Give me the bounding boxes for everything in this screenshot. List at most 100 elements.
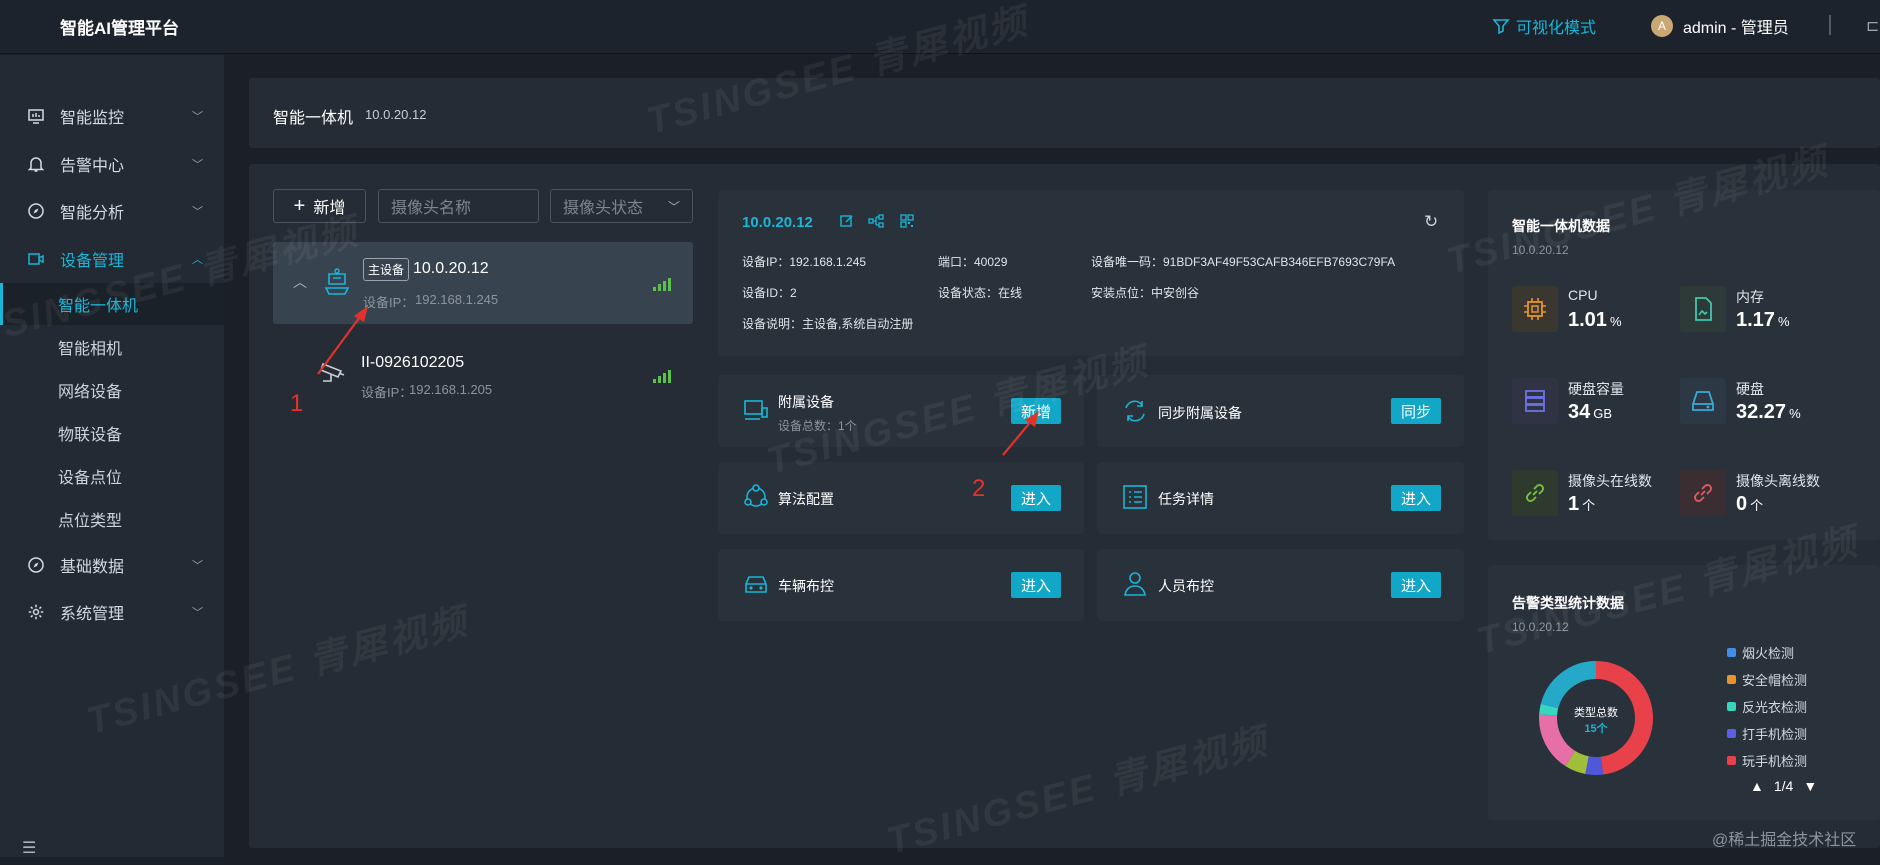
legend-swatch — [1727, 675, 1736, 684]
camera-offline-label: 摄像头离线数 — [1736, 473, 1820, 489]
camera-status-select[interactable]: 摄像头状态 ﹀ — [550, 189, 693, 223]
donut-center-label: 类型总数 — [1574, 705, 1618, 719]
menu-monitor-label: 智能监控 — [60, 110, 125, 127]
algorithm-icon — [744, 484, 768, 507]
algorithm-enter-button[interactable]: 进入 — [1011, 485, 1061, 511]
submenu-location-type[interactable]: 点位类型 — [0, 498, 224, 540]
legend-swatch — [1727, 648, 1736, 657]
filter-icon — [1492, 19, 1510, 35]
camera-offline-icon — [1680, 470, 1726, 516]
device-icon — [26, 249, 46, 269]
device-info-location: 安装点位：中安创谷 — [1091, 286, 1200, 300]
device-ip: 192.168.1.245 — [415, 292, 499, 307]
refresh-icon[interactable]: ↻ — [1424, 212, 1438, 232]
camera-ip-label: 设备IP： — [361, 385, 413, 400]
disk-capacity-label: 硬盘容量 — [1568, 381, 1624, 397]
visual-mode-button[interactable]: 可视化模式 — [1492, 14, 1596, 38]
device-info-uid: 设备唯一码：91BDF3AF49F53CAFB346EFB7693C79FA — [1091, 255, 1396, 269]
camera-online-value: 1个 — [1568, 493, 1596, 515]
submenu-network-device[interactable]: 网络设备 — [0, 369, 224, 411]
device-info-port: 端口：40029 — [938, 255, 1008, 269]
cpu-value: 1.01% — [1568, 309, 1622, 331]
task-title: 任务详情 — [1158, 491, 1214, 507]
person-icon — [1124, 572, 1146, 596]
menu-analysis[interactable]: 智能分析 ﹀ — [0, 191, 224, 231]
chevron-down-icon: ﹀ — [192, 206, 203, 218]
collapse-menu-icon[interactable]: ☰ — [22, 838, 36, 858]
menu-alarm-label: 告警中心 — [60, 158, 125, 175]
qrcode-icon[interactable] — [900, 214, 914, 231]
legend-smoke-fire[interactable]: 烟火检测 — [1727, 643, 1794, 662]
person-enter-button[interactable]: 进入 — [1391, 572, 1441, 598]
vehicle-enter-button[interactable]: 进入 — [1011, 572, 1061, 598]
ai-box-icon — [321, 266, 353, 301]
chevron-down-icon: ﹀ — [192, 111, 203, 123]
chevron-down-icon: ﹀ — [192, 560, 203, 572]
cpu-icon — [1512, 286, 1558, 332]
cpu-label: CPU — [1568, 287, 1598, 303]
monitor-icon — [26, 106, 46, 126]
source-credit: @稀土掘金技术社区 — [1712, 832, 1857, 849]
person-control-title: 人员布控 — [1158, 578, 1214, 594]
device-info-id: 设备ID：2 — [742, 286, 797, 300]
topology-icon[interactable] — [868, 214, 884, 231]
attached-device-title: 附属设备 — [778, 394, 834, 410]
submenu-device-location[interactable]: 设备点位 — [0, 455, 224, 497]
disk-capacity-value: 34 GB — [1568, 401, 1613, 423]
disk-label: 硬盘 — [1736, 381, 1764, 397]
page-title: 智能一体机 — [273, 110, 354, 127]
menu-basic-data[interactable]: 基础数据 ﹀ — [0, 545, 224, 585]
alarm-donut-chart: 类型总数 15个 — [1539, 661, 1653, 775]
sync-button[interactable]: 同步 — [1391, 398, 1441, 424]
user-name: admin - 管理员 — [1683, 20, 1789, 37]
pager-next-icon[interactable]: ▼ — [1803, 778, 1817, 794]
memory-icon — [1680, 286, 1726, 332]
legend-phone-play[interactable]: 玩手机检测 — [1727, 751, 1807, 770]
chevron-up-icon[interactable]: ︿ — [293, 272, 307, 292]
chevron-down-icon: ﹀ — [192, 607, 203, 619]
chevron-down-icon: ﹀ — [192, 159, 203, 171]
menu-basic-data-label: 基础数据 — [60, 559, 125, 576]
visual-mode-label: 可视化模式 — [1516, 20, 1597, 37]
disk-capacity-icon — [1512, 378, 1558, 424]
legend-reflective-vest[interactable]: 反光衣检测 — [1727, 697, 1807, 716]
menu-system-label: 系统管理 — [60, 606, 125, 623]
sync-icon — [1125, 400, 1145, 422]
menu-alarm[interactable]: 告警中心 ﹀ — [0, 144, 224, 184]
bell-icon — [26, 154, 46, 174]
main-device-badge: 主设备 — [363, 258, 410, 281]
task-enter-button[interactable]: 进入 — [1391, 485, 1441, 511]
device-info-title: 10.0.20.12 — [742, 214, 813, 231]
legend-phone-call[interactable]: 打手机检测 — [1727, 724, 1807, 743]
submenu-iot-device[interactable]: 物联设备 — [0, 412, 224, 454]
chevron-down-icon: ﹀ — [667, 199, 680, 214]
attached-device-icon — [744, 400, 768, 420]
edit-icon[interactable] — [840, 214, 854, 231]
menu-system[interactable]: 系统管理 ﹀ — [0, 592, 224, 632]
user-menu[interactable]: A admin - 管理员 — [1651, 14, 1789, 38]
signal-icon — [653, 370, 671, 383]
task-list-icon — [1123, 485, 1147, 509]
disk-value: 32.27% — [1736, 401, 1801, 423]
device-name: 10.0.20.12 — [413, 260, 489, 277]
compass-icon — [26, 555, 46, 575]
pager-prev-icon[interactable]: ▲ — [1750, 778, 1764, 794]
camera-ip: 192.168.1.205 — [409, 382, 493, 397]
menu-analysis-label: 智能分析 — [60, 205, 125, 222]
camera-online-icon — [1512, 470, 1558, 516]
menu-monitor[interactable]: 智能监控 ﹀ — [0, 96, 224, 136]
donut-slice-2 — [1565, 750, 1590, 774]
compass-icon — [26, 201, 46, 221]
camera-name-input[interactable]: 摄像头名称 — [378, 189, 539, 223]
signal-icon — [653, 278, 671, 291]
avatar: A — [1651, 15, 1673, 37]
device-info-desc: 设备说明：主设备,系统自动注册 — [742, 317, 914, 331]
page-header: 智能一体机 10.0.20.12 — [249, 78, 1880, 148]
legend-helmet[interactable]: 安全帽检测 — [1727, 670, 1807, 689]
logout-icon[interactable]: ⊏ — [1866, 16, 1879, 36]
gear-icon — [26, 602, 46, 622]
donut-center-value: 15个 — [1584, 721, 1608, 735]
app-logo: 智能AI管理平台 — [60, 19, 179, 38]
donut-slice-1 — [1585, 756, 1604, 775]
camera-online-label: 摄像头在线数 — [1568, 473, 1652, 489]
